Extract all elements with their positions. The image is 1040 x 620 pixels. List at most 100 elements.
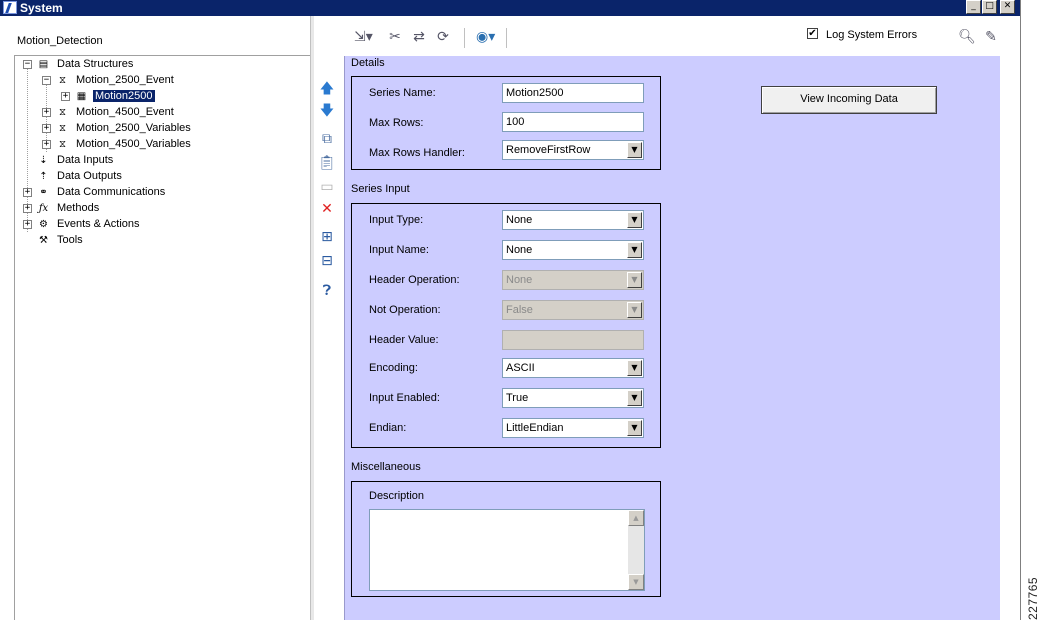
log-errors-label: Log System Errors: [826, 29, 918, 41]
log-errors-checkbox[interactable]: ✔: [807, 28, 818, 39]
chevron-down-icon[interactable]: ▼: [627, 420, 642, 436]
move-up-icon[interactable]: 🡅: [317, 80, 337, 98]
globe-dropdown-icon[interactable]: ◉▾: [476, 28, 495, 46]
input-type-value: None: [506, 214, 533, 226]
input-enabled-select[interactable]: True ▼: [502, 388, 644, 408]
series-input-group: Input Type: None ▼ Input Name: None ▼ He…: [351, 203, 661, 448]
endian-value: LittleEndian: [506, 422, 564, 434]
project-label: Motion_Detection: [17, 35, 103, 47]
move-down-icon[interactable]: 🡇: [317, 102, 337, 120]
edit-icon[interactable]: ✎: [982, 28, 1000, 46]
collapse-icon[interactable]: −: [42, 75, 51, 85]
maximize-button[interactable]: □: [982, 0, 997, 14]
gear-icon: ⚙: [39, 218, 48, 230]
tree-node-motion-4500-variables[interactable]: + ⧖ Motion_4500_Variables: [42, 136, 193, 152]
paste-icon[interactable]: 📋︎: [317, 154, 337, 172]
scroll-up-icon[interactable]: ▲: [628, 510, 644, 526]
tree-node-label: Data Inputs: [57, 154, 114, 166]
tree-node-motion-4500-event[interactable]: + ⧖ Motion_4500_Event: [42, 104, 176, 120]
input-name-label: Input Name:: [369, 244, 429, 256]
endian-select[interactable]: LittleEndian ▼: [502, 418, 644, 438]
title-bar: System _ □ ✕: [0, 0, 1020, 16]
header-operation-label: Header Operation:: [369, 274, 460, 286]
encoding-select[interactable]: ASCII ▼: [502, 358, 644, 378]
tree-node-label: Motion_4500_Variables: [76, 138, 191, 150]
header-value-label: Header Value:: [369, 334, 439, 346]
not-operation-select: False ▼: [502, 300, 644, 320]
description-textarea[interactable]: ▲ ▼: [369, 509, 645, 591]
tree-node-methods[interactable]: + ƒx Methods: [23, 200, 101, 216]
expand-icon[interactable]: +: [42, 139, 51, 149]
function-icon: ƒx: [38, 202, 49, 214]
tree-node-data-structures[interactable]: − ▤ Data Structures: [23, 56, 135, 72]
close-button[interactable]: ✕: [1000, 0, 1015, 14]
chevron-down-icon[interactable]: ▼: [627, 212, 642, 228]
input-name-select[interactable]: None ▼: [502, 240, 644, 260]
tree-node-motion2500[interactable]: + ▦ Motion2500: [61, 88, 156, 104]
data-structures-icon: ▤: [38, 58, 49, 70]
tree-node-label: Events & Actions: [57, 218, 140, 230]
expand-icon[interactable]: +: [61, 91, 70, 101]
chevron-down-icon[interactable]: ▼: [627, 390, 642, 406]
expand-icon[interactable]: +: [23, 219, 32, 229]
collapse-icon[interactable]: −: [23, 59, 32, 69]
event-icon: ⧖: [58, 74, 67, 86]
tree-node-motion-2500-event[interactable]: − ⧖ Motion_2500_Event: [42, 72, 176, 88]
encoding-value: ASCII: [506, 362, 535, 374]
window-title: System: [20, 1, 63, 15]
series-input-title: Series Input: [351, 183, 410, 195]
input-type-select[interactable]: None ▼: [502, 210, 644, 230]
left-panel: Motion_Detection − ▤ Data Structures − ⧖…: [0, 16, 310, 620]
scroll-down-icon[interactable]: ▼: [628, 574, 644, 590]
expand-all-icon[interactable]: ⊞: [317, 228, 337, 246]
tree-node-label: Data Communications: [57, 186, 166, 198]
delete-icon[interactable]: ✕: [317, 200, 337, 218]
max-rows-label: Max Rows:: [369, 117, 424, 129]
max-rows-field[interactable]: 100: [502, 112, 644, 132]
view-incoming-data-button[interactable]: View Incoming Data: [761, 86, 937, 114]
data-outputs-icon: ⇡: [39, 170, 48, 182]
not-operation-value: False: [506, 304, 533, 316]
series-name-field[interactable]: Motion2500: [502, 83, 644, 103]
tools-icon: ⚒: [39, 234, 48, 246]
description-scrollbar[interactable]: ▲ ▼: [628, 510, 644, 590]
details-group: Series Name: Motion2500 Max Rows: 100 Ma…: [351, 76, 661, 170]
tree-node-label: Motion_4500_Event: [76, 106, 174, 118]
max-rows-handler-value: RemoveFirstRow: [506, 144, 591, 156]
tree-node-label: Motion_2500_Event: [76, 74, 174, 86]
disconnect-icon[interactable]: ✂: [386, 28, 404, 46]
help-icon[interactable]: ❓︎: [317, 282, 337, 300]
preview-icon[interactable]: 🔍︎: [958, 28, 976, 46]
expand-icon[interactable]: +: [42, 123, 51, 133]
tree-node-label: Data Outputs: [57, 170, 122, 182]
copy-icon[interactable]: ⧉: [317, 130, 337, 148]
input-enabled-value: True: [506, 392, 529, 404]
tree-node-label: Data Structures: [57, 58, 134, 70]
navigation-tree[interactable]: − ▤ Data Structures − ⧖ Motion_2500_Even…: [14, 55, 310, 620]
data-inputs-icon: ⇣: [39, 154, 48, 166]
chevron-down-icon[interactable]: ▼: [627, 360, 642, 376]
chevron-down-icon: ▼: [627, 302, 642, 318]
communications-icon: ⚭: [39, 186, 48, 198]
table-icon: ▦: [76, 90, 87, 102]
chevron-down-icon[interactable]: ▼: [627, 142, 642, 158]
max-rows-handler-select[interactable]: RemoveFirstRow ▼: [502, 140, 644, 160]
tree-node-tools[interactable]: ⚒ Tools: [36, 232, 85, 248]
sync-icon[interactable]: ⟳: [434, 28, 452, 46]
header-operation-select: None ▼: [502, 270, 644, 290]
tree-node-data-inputs[interactable]: ⇣ Data Inputs: [36, 152, 115, 168]
chevron-down-icon[interactable]: ▼: [627, 242, 642, 258]
collapse-all-icon[interactable]: ⊟: [317, 252, 337, 270]
app-icon: [3, 1, 17, 14]
tree-node-events-actions[interactable]: + ⚙ Events & Actions: [23, 216, 142, 232]
import-dropdown-icon[interactable]: ⇲▾: [354, 28, 373, 46]
minimize-button[interactable]: _: [966, 0, 981, 14]
clear-icon[interactable]: ▭: [317, 178, 337, 196]
tree-node-motion-2500-variables[interactable]: + ⧖ Motion_2500_Variables: [42, 120, 193, 136]
connect-icon[interactable]: ⇄: [410, 28, 428, 46]
tree-node-data-outputs[interactable]: ⇡ Data Outputs: [36, 168, 124, 184]
expand-icon[interactable]: +: [23, 203, 32, 213]
tree-node-data-communications[interactable]: + ⚭ Data Communications: [23, 184, 167, 200]
expand-icon[interactable]: +: [23, 187, 32, 197]
expand-icon[interactable]: +: [42, 107, 51, 117]
